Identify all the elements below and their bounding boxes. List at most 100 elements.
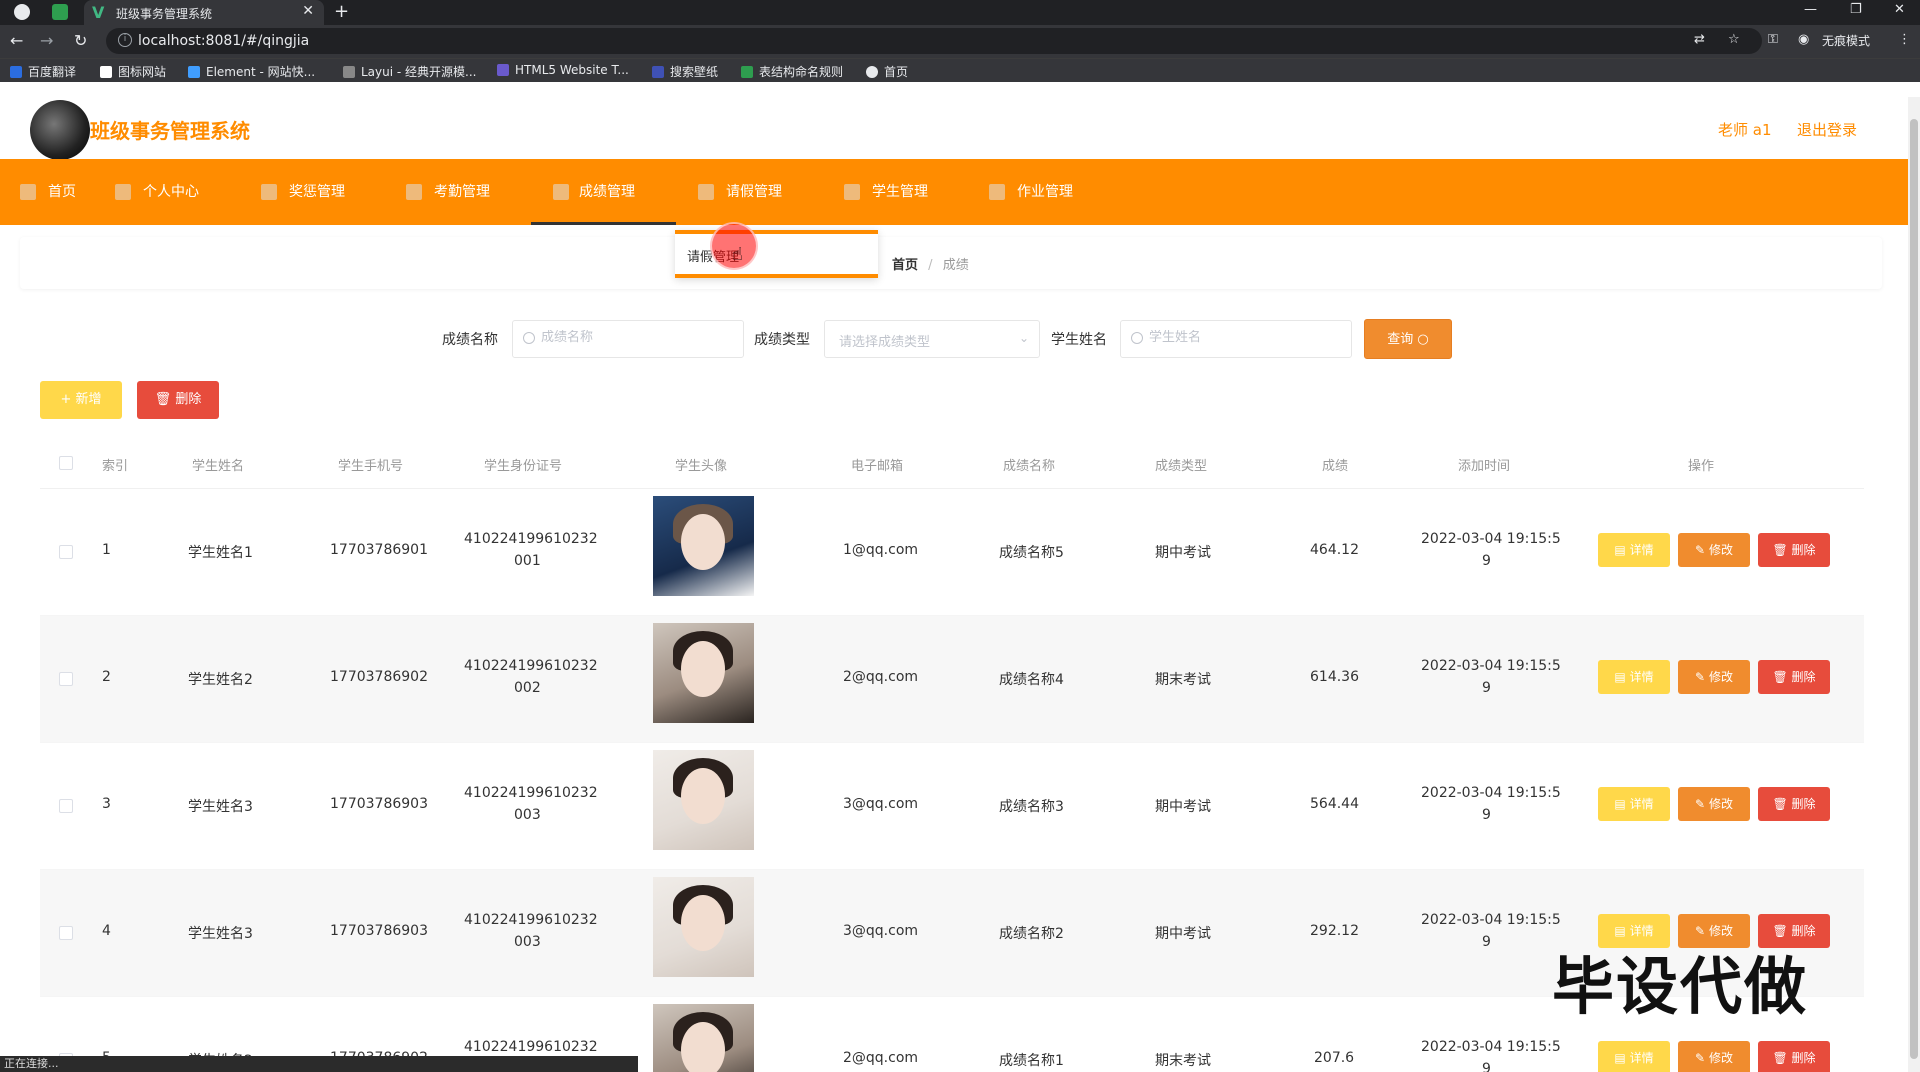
bookmark-item[interactable]: 图标网站 — [100, 63, 166, 80]
page-scrollbar[interactable] — [1908, 97, 1920, 1072]
cell-email: 2@qq.com — [843, 669, 919, 685]
th-avatar: 学生头像 — [675, 459, 728, 474]
user-icon — [115, 184, 131, 200]
avatar — [653, 496, 754, 596]
cell-score-name: 成绩名称4 — [999, 672, 1064, 688]
green-tab-icon[interactable] — [52, 4, 68, 20]
cell-score: 207.6 — [1314, 1050, 1355, 1066]
select-all-checkbox[interactable] — [59, 456, 73, 470]
cell-student-name: 学生姓名3 — [188, 799, 253, 815]
avatar-face — [681, 895, 725, 951]
nav-item-profile[interactable]: 个人中心 — [115, 159, 199, 225]
cell-time-line2: 9 — [1482, 680, 1491, 696]
close-window-icon[interactable]: ✕ — [1894, 2, 1905, 17]
nav-item-leave[interactable]: 请假管理 — [698, 159, 782, 225]
scrollbar-thumb[interactable] — [1910, 119, 1918, 1059]
close-tab-icon[interactable]: ✕ — [302, 3, 314, 19]
reload-icon[interactable]: ↻ — [74, 31, 87, 50]
row-checkbox[interactable] — [59, 545, 73, 559]
hand-cursor-icon: ☝ — [732, 244, 743, 265]
pencil-icon: ✎ — [1695, 543, 1706, 557]
nav-item-students[interactable]: 学生管理 — [844, 159, 928, 225]
row-checkbox[interactable] — [59, 672, 73, 686]
student-name-field[interactable] — [1149, 330, 1329, 345]
trash-icon: 🗑 — [1772, 670, 1788, 684]
info-icon[interactable]: i — [118, 33, 132, 47]
leave-submenu-item[interactable]: 请假管理 — [675, 230, 878, 278]
new-tab-icon[interactable]: + — [334, 1, 349, 22]
add-button[interactable]: + 新增 — [40, 381, 122, 419]
html5-icon — [497, 64, 509, 76]
cell-phone: 17703786903 — [330, 923, 428, 939]
cell-id-line1: 410224199610232 — [464, 658, 598, 674]
bookmark-item[interactable]: 百度翻译 — [10, 63, 76, 80]
detail-button[interactable]: ▤ 详情 — [1598, 533, 1670, 567]
student-name-input[interactable] — [1120, 320, 1352, 358]
delete-button[interactable]: 🗑 删除 — [1758, 660, 1830, 694]
cell-score: 564.44 — [1310, 796, 1359, 812]
browser-tab-active[interactable]: V 班级事务管理系统 ✕ — [84, 0, 324, 25]
delete-button[interactable]: 🗑 删除 — [1758, 787, 1830, 821]
detail-button[interactable]: ▤ 详情 — [1598, 787, 1670, 821]
minimize-icon[interactable]: — — [1804, 2, 1817, 17]
menu-icon[interactable]: ⋮ — [1898, 32, 1911, 47]
edit-button[interactable]: ✎ 修改 — [1678, 1041, 1750, 1072]
breadcrumb-current: 成绩 — [942, 258, 969, 273]
cell-email: 3@qq.com — [843, 796, 919, 812]
translate-icon[interactable]: ⇄ — [1694, 32, 1705, 47]
score-name-input[interactable] — [512, 320, 744, 358]
bookmark-item[interactable]: 表结构命名规则 — [741, 63, 843, 80]
score-type-select[interactable]: 请选择成绩类型 ⌄ — [824, 320, 1040, 358]
bookmark-item[interactable]: 搜索壁纸 — [652, 63, 718, 80]
delete-button[interactable]: 🗑 删除 — [1758, 533, 1830, 567]
trash-icon: 🗑 — [1772, 543, 1788, 557]
bookmark-item[interactable]: 首页 — [866, 63, 908, 80]
row-checkbox[interactable] — [59, 799, 73, 813]
star-icon[interactable]: ☆ — [1728, 32, 1740, 47]
detail-button[interactable]: ▤ 详情 — [1598, 1041, 1670, 1072]
nav-item-attendance[interactable]: 考勤管理 — [406, 159, 490, 225]
maximize-icon[interactable]: ❐ — [1850, 2, 1862, 17]
bookmark-item[interactable]: Layui - 经典开源模... — [343, 63, 476, 80]
table-row: 1 学生姓名1 17703786901 410224199610232 001 … — [40, 489, 1864, 616]
search-icon — [1131, 332, 1143, 344]
bookmark-item[interactable]: Element - 网站快... — [188, 63, 315, 80]
status-bar: 正在连接... — [0, 1056, 638, 1072]
user-name[interactable]: 老师 a1 — [1718, 119, 1772, 140]
batch-delete-button[interactable]: 🗑 删除 — [137, 381, 219, 419]
pencil-icon: ✎ — [1695, 670, 1706, 684]
breadcrumb-home[interactable]: 首页 — [892, 258, 918, 273]
bookmark-item[interactable]: HTML5 Website T... — [497, 63, 629, 77]
bookmarks-bar: 百度翻译 图标网站 Element - 网站快... Layui - 经典开源模… — [0, 58, 1920, 82]
cell-index: 3 — [102, 796, 111, 812]
cell-index: 1 — [102, 542, 111, 558]
avatar-face — [681, 641, 725, 697]
query-button[interactable]: 查询 ○ — [1364, 319, 1452, 359]
incognito-icon[interactable]: ◉ — [1798, 32, 1809, 47]
avatar — [653, 877, 754, 977]
edit-button[interactable]: ✎ 修改 — [1678, 533, 1750, 567]
cell-id-line2: 001 — [514, 553, 541, 569]
app-tab-icon[interactable] — [14, 4, 30, 20]
cell-time-line2: 9 — [1482, 553, 1491, 569]
nav-item-homework[interactable]: 作业管理 — [989, 159, 1073, 225]
forward-icon[interactable]: → — [40, 31, 53, 50]
cell-id-line2: 002 — [514, 680, 541, 696]
back-icon[interactable]: ← — [10, 31, 23, 50]
score-name-field[interactable] — [541, 330, 721, 345]
edit-button[interactable]: ✎ 修改 — [1678, 787, 1750, 821]
logout-link[interactable]: 退出登录 — [1797, 119, 1857, 140]
delete-button[interactable]: 🗑 删除 — [1758, 1041, 1830, 1072]
edit-button[interactable]: ✎ 修改 — [1678, 660, 1750, 694]
nav-item-scores[interactable]: 成绩管理 — [531, 159, 676, 225]
cell-score-type: 期中考试 — [1155, 545, 1211, 561]
nav-item-home[interactable]: 首页 — [20, 159, 76, 225]
key-icon[interactable]: ⚿ — [1768, 32, 1778, 47]
cell-phone: 17703786901 — [330, 542, 428, 558]
url-input[interactable]: i localhost:8081/#/qingjia — [106, 28, 1762, 54]
detail-button[interactable]: ▤ 详情 — [1598, 660, 1670, 694]
row-checkbox[interactable] — [59, 926, 73, 940]
cell-student-name: 学生姓名3 — [188, 926, 253, 942]
vue-logo-icon: V — [92, 3, 105, 22]
nav-item-rewards[interactable]: 奖惩管理 — [261, 159, 345, 225]
